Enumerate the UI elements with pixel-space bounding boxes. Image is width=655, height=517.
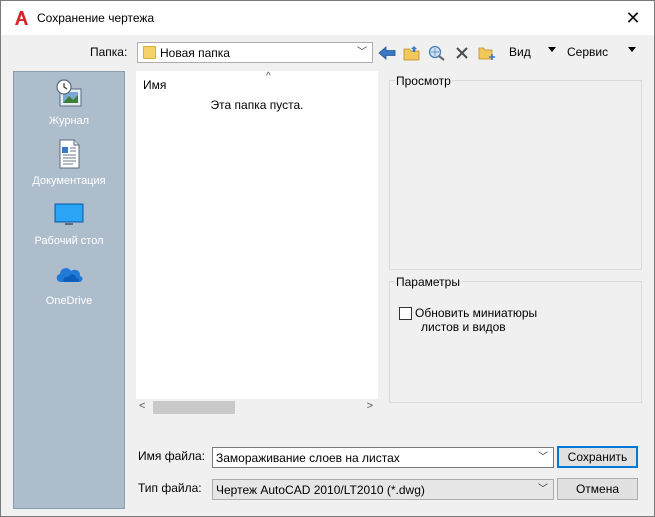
options-group xyxy=(389,281,642,403)
update-thumbnails-label-line2: листов и видов xyxy=(421,320,506,334)
place-desktop[interactable]: Рабочий стол xyxy=(14,198,124,256)
filename-label: Имя файла: xyxy=(138,449,205,463)
update-thumbnails-label[interactable]: Обновить миниатюры листов и видов xyxy=(415,306,537,334)
empty-folder-message: Эта папка пуста. xyxy=(210,98,304,112)
save-drawing-dialog: Сохранение чертежа ✕ Папка: Новая папка … xyxy=(0,0,655,517)
back-button[interactable] xyxy=(376,42,398,63)
preview-group xyxy=(389,80,642,270)
place-onedrive[interactable]: OneDrive xyxy=(14,258,124,316)
search-web-button[interactable] xyxy=(426,42,448,63)
folder-select[interactable]: Новая папка ﹀ xyxy=(137,42,373,63)
place-history[interactable]: Журнал xyxy=(14,78,124,136)
onedrive-icon xyxy=(56,268,83,282)
title-bar: Сохранение чертежа ✕ xyxy=(1,1,654,35)
filetype-label: Тип файла: xyxy=(138,481,202,495)
close-button[interactable]: ✕ xyxy=(621,6,645,30)
place-label: Журнал xyxy=(48,115,90,127)
chevron-down-icon[interactable]: ﹀ xyxy=(536,481,550,498)
place-label: OneDrive xyxy=(45,295,93,307)
place-documents[interactable]: Документация xyxy=(14,138,124,196)
view-dropdown-icon[interactable] xyxy=(548,47,556,52)
back-arrow-icon xyxy=(378,45,396,60)
autocad-logo-icon xyxy=(15,11,28,25)
save-button[interactable]: Сохранить xyxy=(557,446,638,468)
column-header-name[interactable]: Имя xyxy=(143,78,166,92)
filename-value: Замораживание слоев на листах xyxy=(216,451,400,465)
places-bar: Журнал Документация Рабочий стол OneDriv… xyxy=(13,71,125,509)
horizontal-scrollbar[interactable]: < > xyxy=(136,399,378,416)
update-thumbnails-label-line1: Обновить миниатюры xyxy=(415,306,538,320)
file-list[interactable]: ^ Имя Эта папка пуста. < > xyxy=(136,71,378,416)
scrollbar-thumb[interactable] xyxy=(153,401,235,414)
filename-input[interactable]: Замораживание слоев на листах ﹀ xyxy=(212,447,554,468)
delete-x-icon xyxy=(456,46,468,59)
search-globe-icon xyxy=(428,45,445,61)
tools-menu[interactable]: Сервис xyxy=(567,45,608,59)
preview-group-title: Просмотр xyxy=(395,74,452,88)
new-folder-button[interactable] xyxy=(476,42,498,63)
folder-select-value: Новая папка xyxy=(160,46,230,60)
cancel-button[interactable]: Отмена xyxy=(557,478,638,500)
filetype-select[interactable]: Чертеж AutoCAD 2010/LT2010 (*.dwg) ﹀ xyxy=(212,479,554,500)
update-thumbnails-checkbox[interactable] xyxy=(399,307,412,320)
place-label: Рабочий стол xyxy=(34,235,104,247)
chevron-down-icon: ﹀ xyxy=(357,47,367,58)
tools-dropdown-icon[interactable] xyxy=(628,47,636,52)
sort-ascending-icon: ^ xyxy=(266,71,271,82)
desktop-icon xyxy=(54,203,84,225)
folder-icon xyxy=(143,46,156,59)
up-folder-button[interactable] xyxy=(401,42,423,63)
folder-label: Папка: xyxy=(90,45,128,59)
window-title: Сохранение чертежа xyxy=(37,11,155,25)
new-folder-icon xyxy=(478,47,495,60)
scroll-right-icon[interactable]: > xyxy=(367,400,373,412)
place-label: Документация xyxy=(32,175,106,187)
scroll-left-icon[interactable]: < xyxy=(139,400,145,412)
delete-button[interactable] xyxy=(451,42,473,63)
documents-icon xyxy=(59,139,80,169)
filetype-value: Чертеж AutoCAD 2010/LT2010 (*.dwg) xyxy=(216,483,425,497)
options-group-title: Параметры xyxy=(395,275,461,289)
up-folder-icon xyxy=(403,45,420,60)
history-icon xyxy=(56,79,82,107)
view-menu[interactable]: Вид xyxy=(509,45,531,59)
chevron-down-icon[interactable]: ﹀ xyxy=(536,449,550,466)
